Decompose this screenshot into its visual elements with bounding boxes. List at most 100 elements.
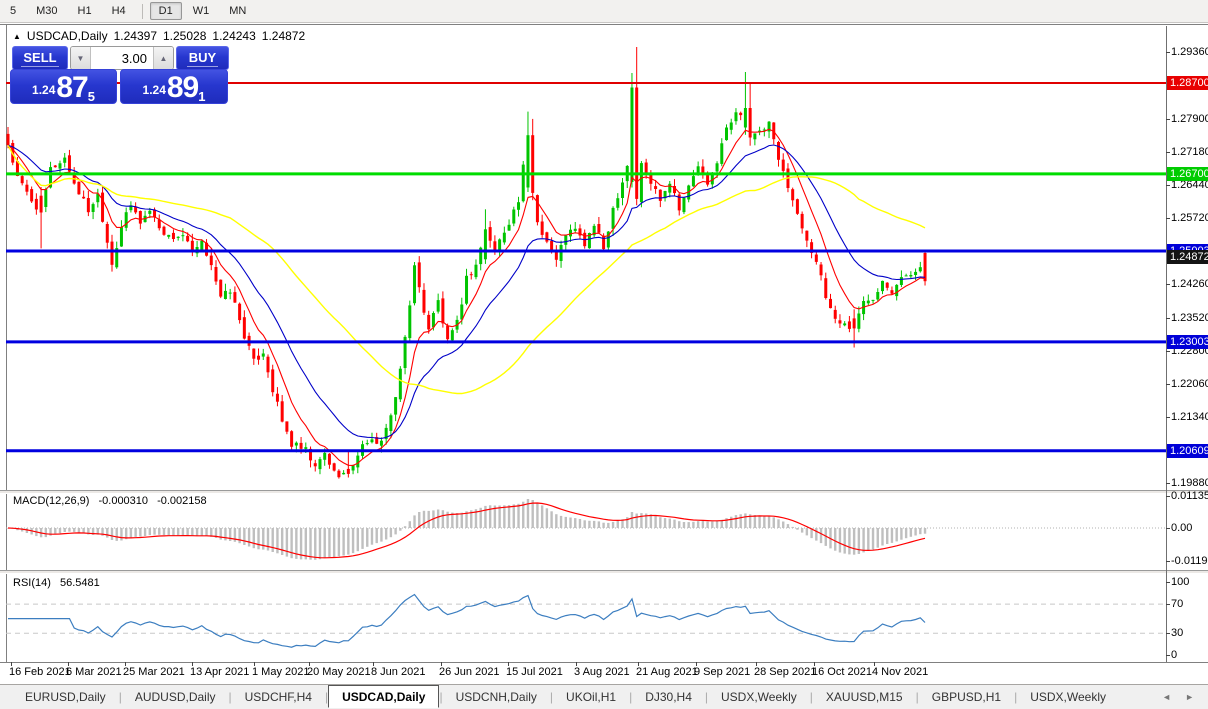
volume-stepper: ▼ 3.00 ▲: [70, 46, 174, 70]
bar-high-value: 1.25028: [163, 29, 207, 43]
chart-tab-dj30-h4[interactable]: DJ30,H4: [632, 687, 705, 707]
date-tick-label: 20 May 2021: [307, 666, 371, 678]
chart-tab-usdcad-daily[interactable]: USDCAD,Daily: [328, 684, 440, 708]
price-tick-mark: [1166, 350, 1170, 352]
date-tick-label: 16 Oct 2021: [812, 666, 872, 678]
macd-signal-value: -0.002158: [157, 495, 207, 507]
price-tick-label: 1.23520: [1171, 311, 1208, 324]
volume-increase-button[interactable]: ▲: [153, 47, 173, 69]
one-click-trading-panel: SELL ▼ 3.00 ▲ BUY 1.24 87 5 1.24 89 1: [10, 46, 229, 104]
chart-tab-usdcnh-daily[interactable]: USDCNH,Daily: [443, 687, 550, 707]
toolbar-separator: [141, 3, 143, 19]
sell-price-big: 87: [56, 71, 88, 104]
price-tick-mark: [1166, 417, 1170, 418]
timeframe-button-w1[interactable]: W1: [184, 2, 219, 20]
trading-terminal: 5 M30 H1 H4 D1 W1 MN ▲ USDCAD,Daily 1.24397 1.…: [0, 0, 1208, 709]
volume-decrease-button[interactable]: ▼: [71, 47, 91, 69]
price-tick-mark: [1166, 185, 1170, 187]
rsi-value: 56.5481: [59, 577, 100, 589]
rsi-tick-label: 100: [1171, 575, 1190, 588]
chart-title: ▲ USDCAD,Daily 1.24397 1.25028 1.24243 1…: [13, 29, 305, 43]
chart-tab-bar: EURUSD,Daily | AUDUSD,Daily | USDCHF,H4 | USDC…: [0, 684, 1208, 709]
collapse-icon[interactable]: ▲: [13, 32, 21, 41]
buy-price-big: 89: [166, 71, 199, 104]
tabs-scroll-left-icon[interactable]: ◄: [1162, 692, 1171, 702]
price-tick-mark: [1166, 217, 1170, 219]
price-tick-label: 1.21340: [1171, 411, 1208, 423]
chart-window-top-border: [0, 24, 1208, 25]
buy-price-pip: 1: [198, 89, 206, 104]
tabs-scroll-right-icon[interactable]: ►: [1185, 692, 1194, 702]
date-tick-label: 16 Feb 2021: [9, 666, 71, 678]
macd-tick-label: -0.01190: [1171, 554, 1208, 567]
date-tick-label: 15 Jul 2021: [506, 666, 563, 678]
price-tick-label: 1.26440: [1171, 179, 1208, 192]
price-tick-mark: [1166, 317, 1170, 319]
timeframe-button-5[interactable]: 5: [1, 2, 25, 20]
macd-tick-label: 0.00: [1171, 521, 1193, 534]
price-level-badge: 1.20609: [1167, 443, 1208, 458]
date-tick-label: 9 Sep 2021: [694, 666, 751, 678]
volume-input[interactable]: 3.00: [91, 47, 153, 69]
rsi-tick-mark: [1166, 654, 1170, 656]
price-tick-mark: [1166, 483, 1170, 485]
rsi-label: RSI(14) 56.5481: [13, 577, 100, 589]
timeframe-button-m30[interactable]: M30: [27, 2, 66, 20]
date-tick-label: 8 Jun 2021: [371, 666, 426, 678]
price-level-badge: 1.28700: [1167, 75, 1208, 90]
rsi-tick-mark: [1166, 603, 1170, 605]
price-tick-mark: [1166, 151, 1170, 153]
date-tick-label: 28 Sep 2021: [754, 666, 817, 678]
chart-tab-usdx-weekly[interactable]: USDX,Weekly: [1017, 687, 1119, 707]
chart-tab-usdx-weekly[interactable]: USDX,Weekly: [708, 687, 810, 707]
macd-tick-mark: [1166, 560, 1170, 562]
price-tick-label: 1.25720: [1171, 211, 1208, 224]
bar-low-value: 1.24243: [212, 29, 256, 43]
rsi-chart[interactable]: [6, 574, 1166, 661]
chart-symbol-label: USDCAD,Daily: [26, 29, 108, 43]
date-tick-label: 26 Jun 2021: [439, 666, 500, 678]
date-tick-label: 25 Mar 2021: [123, 666, 185, 678]
date-tick-label: 13 Apr 2021: [190, 666, 250, 678]
buy-price-prefix: 1.24: [142, 83, 166, 97]
chart-tab-xauusd-m15[interactable]: XAUUSD,M15: [813, 687, 916, 707]
chart-tab-eurusd-daily[interactable]: EURUSD,Daily: [12, 687, 119, 707]
date-tick-label: 21 Aug 2021: [636, 666, 698, 678]
date-tick-label: 1 May 2021: [252, 666, 310, 678]
bar-open-value: 1.24397: [113, 29, 157, 43]
sell-price-box[interactable]: 1.24 87 5: [10, 69, 117, 104]
rsi-tick-label: 30: [1171, 626, 1184, 639]
buy-price-box[interactable]: 1.24 89 1: [120, 69, 228, 104]
macd-main-value: -0.000310: [98, 495, 149, 507]
price-tick-label: 1.29360: [1171, 46, 1208, 59]
date-tick-label: 4 Nov 2021: [872, 666, 929, 678]
timeframe-button-mn[interactable]: MN: [220, 2, 255, 20]
price-tick-label: 1.27900: [1171, 112, 1208, 125]
price-tick-mark: [1166, 384, 1170, 386]
macd-label: MACD(12,26,9) -0.000310 -0.002158: [13, 495, 207, 507]
bar-close-value: 1.24872: [261, 29, 306, 43]
sell-price-prefix: 1.24: [32, 83, 56, 97]
macd-tick-label: 0.01135: [1171, 489, 1208, 502]
price-level-badge: 1.23003: [1167, 334, 1208, 349]
sell-button[interactable]: SELL: [12, 46, 68, 70]
buy-button[interactable]: BUY: [176, 46, 229, 70]
chart-tab-gbpusd-h1[interactable]: GBPUSD,H1: [919, 687, 1014, 707]
price-tick-mark: [1166, 118, 1170, 120]
macd-tick-mark: [1166, 527, 1170, 529]
price-tick-label: 1.19880: [1171, 477, 1208, 490]
timeframe-button-d1[interactable]: D1: [149, 2, 182, 20]
price-level-badge: 1.24872: [1167, 249, 1208, 264]
timeframe-button-h1[interactable]: H1: [69, 2, 101, 20]
date-tick-label: 3 Aug 2021: [574, 666, 630, 678]
price-tick-label: 1.22060: [1171, 378, 1208, 391]
timeframe-toolbar: 5 M30 H1 H4 D1 W1 MN: [0, 0, 1208, 23]
chart-tab-audusd-daily[interactable]: AUDUSD,Daily: [122, 687, 229, 707]
chart-tab-ukoil-h1[interactable]: UKOil,H1: [553, 687, 629, 707]
sell-price-pip: 5: [87, 89, 95, 104]
rsi-tick-mark: [1166, 632, 1170, 634]
timeframe-button-h4[interactable]: H4: [103, 2, 135, 20]
chart-tab-usdchf-h4[interactable]: USDCHF,H4: [232, 687, 325, 707]
rsi-tick-label: 0: [1171, 648, 1178, 661]
price-tick-mark: [1166, 284, 1170, 286]
